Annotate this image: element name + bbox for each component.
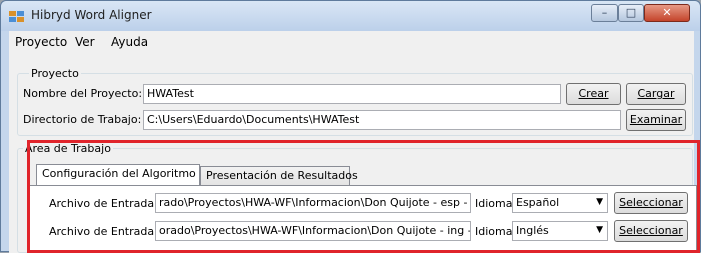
- menu-ayuda[interactable]: Ayuda: [111, 35, 148, 49]
- cargar-label: Cargar: [637, 87, 675, 100]
- menu-proyecto[interactable]: Proyecto: [15, 35, 67, 49]
- seleccionar-1-label: Seleccionar: [619, 196, 683, 209]
- close-button[interactable]: ✕: [644, 4, 690, 22]
- seleccionar-2-button[interactable]: Seleccionar: [614, 220, 688, 242]
- work-dir-input[interactable]: C:\Users\Eduardo\Documents\HWATest: [143, 110, 621, 130]
- language-1-select[interactable]: Español ▼: [512, 193, 608, 213]
- app-window: Hibryd Word Aligner – □ ✕ Proyecto Ver A…: [0, 0, 701, 253]
- chevron-down-icon: ▼: [596, 197, 603, 207]
- work-dir-label: Directorio de Trabajo:: [23, 113, 142, 126]
- chevron-down-icon: ▼: [596, 225, 603, 235]
- input-file-2-label: Archivo de Entrada 2:: [49, 225, 169, 238]
- idioma-1-label: Idioma: [475, 197, 513, 210]
- maximize-button[interactable]: □: [618, 4, 644, 22]
- cargar-button[interactable]: Cargar: [626, 83, 686, 105]
- title-bar[interactable]: Hibryd Word Aligner – □ ✕: [1, 1, 700, 31]
- crear-label: Crear: [578, 87, 609, 100]
- project-group-label: Proyecto: [29, 67, 81, 80]
- project-name-label: Nombre del Proyecto:: [23, 87, 143, 100]
- crear-button[interactable]: Crear: [566, 83, 621, 105]
- app-icon: [9, 11, 24, 22]
- idioma-2-label: Idioma: [475, 225, 513, 238]
- input-file-1-label: Archivo de Entrada 1:: [49, 197, 169, 210]
- seleccionar-2-label: Seleccionar: [619, 224, 683, 237]
- language-1-value: Español: [516, 196, 560, 209]
- minimize-button[interactable]: –: [591, 4, 618, 22]
- input-file-1-field[interactable]: rado\Proyectos\HWA-WF\Informacion\Don Qu…: [155, 193, 471, 213]
- examinar-label: Examinar: [629, 113, 683, 126]
- language-2-select[interactable]: Inglés ▼: [512, 221, 608, 241]
- window-title: Hibryd Word Aligner: [31, 8, 152, 22]
- workspace-group-label: Área de Trabajo: [23, 142, 113, 155]
- input-file-2-field[interactable]: orado\Proyectos\HWA-WF\Informacion\Don Q…: [155, 221, 471, 241]
- menu-ver[interactable]: Ver: [75, 35, 95, 49]
- tab-resultados[interactable]: Presentación de Resultados: [200, 166, 358, 186]
- project-name-input[interactable]: HWATest: [143, 84, 561, 104]
- tab-configuracion[interactable]: Configuración del Algoritmo HWA: [36, 164, 225, 186]
- examinar-button[interactable]: Examinar: [626, 109, 686, 131]
- seleccionar-1-button[interactable]: Seleccionar: [614, 192, 688, 214]
- language-2-value: Inglés: [516, 224, 549, 237]
- menu-bar: Proyecto Ver Ayuda: [9, 31, 694, 53]
